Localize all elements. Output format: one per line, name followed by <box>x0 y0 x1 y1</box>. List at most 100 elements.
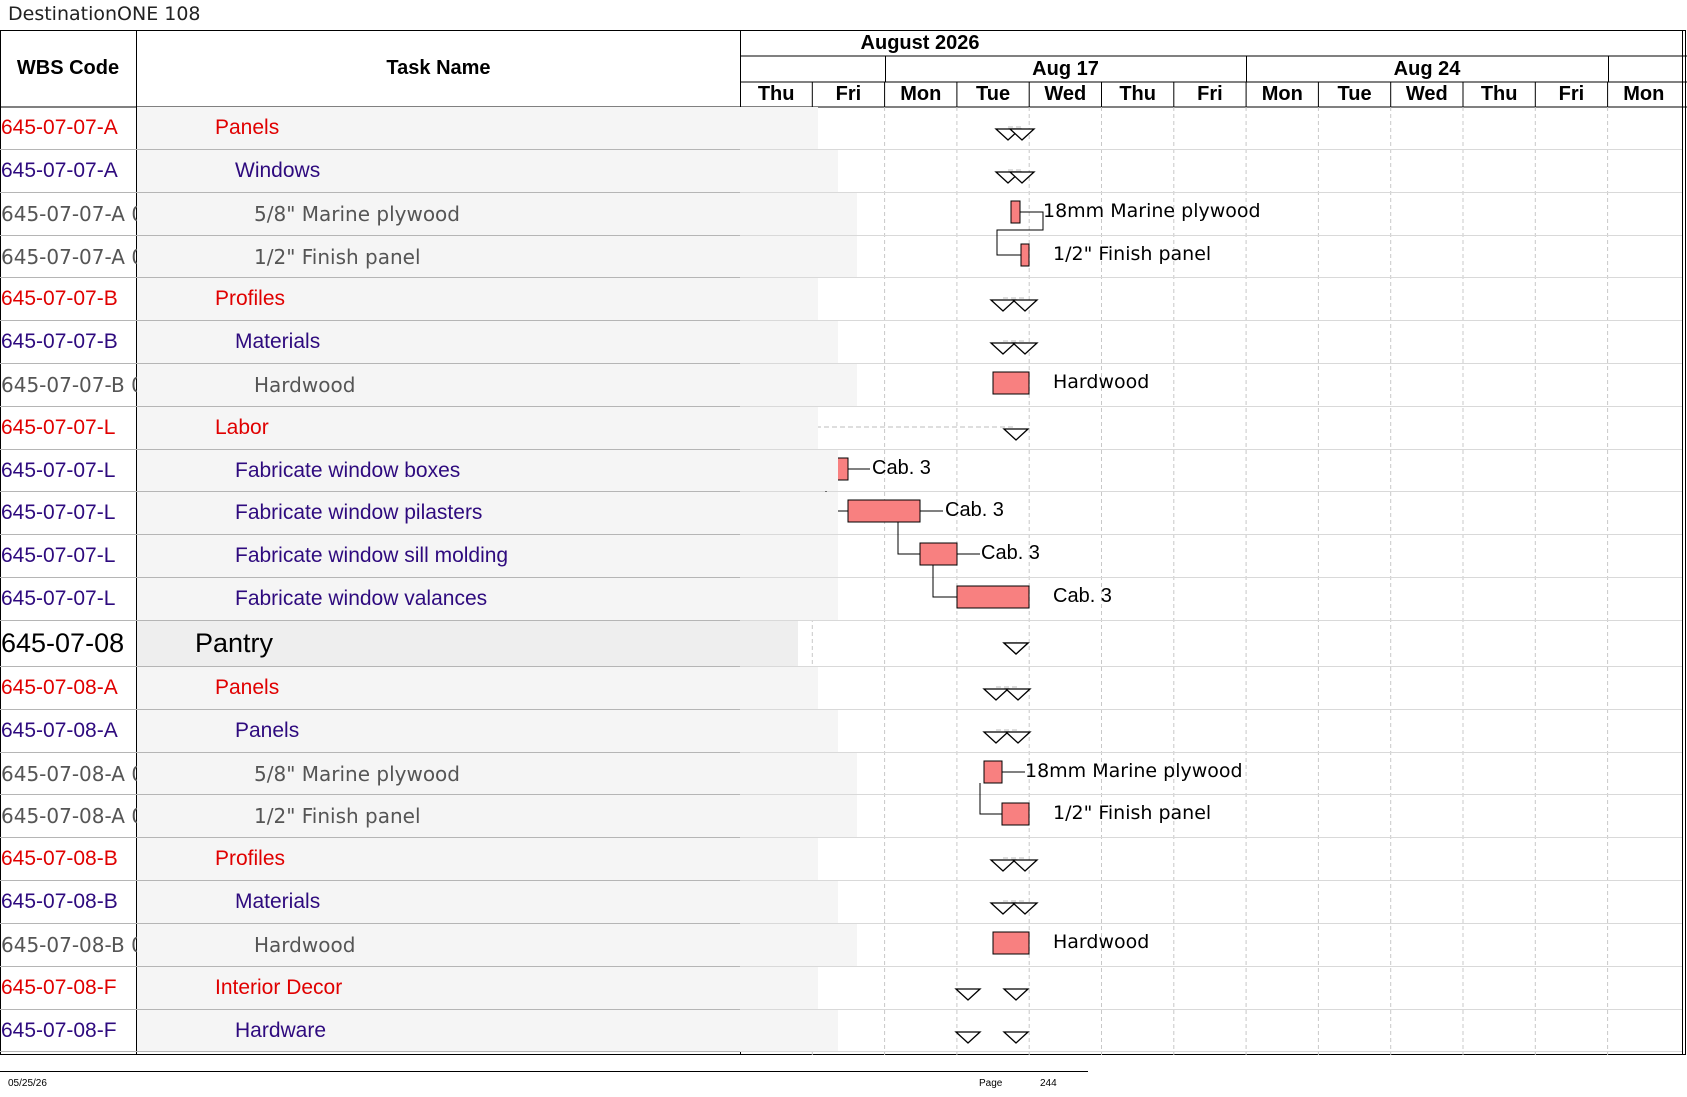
wbs-code-cell: 645-07-07-L <box>1 501 116 524</box>
summary-marker[interactable] <box>1002 642 1030 655</box>
table-row[interactable]: 645-07-08-A Panels <box>0 710 838 753</box>
summary-marker[interactable] <box>1004 731 1032 744</box>
bar-label: Cab. 3 <box>981 542 1040 564</box>
task-name-column-header[interactable]: Task Name <box>137 30 740 107</box>
table-row[interactable]: 645-07-08-B Profiles <box>0 838 818 881</box>
table-row[interactable]: 645-07-07-L Fabricate window sill molding <box>0 535 838 578</box>
timescale-day: Wed <box>1044 83 1087 105</box>
task-name-cell: 1/2" Finish panel <box>137 236 857 277</box>
summary-marker[interactable] <box>1004 688 1032 701</box>
document-title: DestinationONE 108 <box>8 3 201 25</box>
bar-label: Cab. 3 <box>945 499 1004 521</box>
task-name-cell: Pantry <box>137 621 798 666</box>
table-row[interactable]: 645-07-07-A Windows <box>0 150 838 193</box>
timescale-day: Fri <box>1558 83 1585 105</box>
table-row[interactable]: 645-07-07-A 0 5/8" Marine plywood <box>0 193 857 236</box>
task-name-cell: Windows <box>137 150 838 192</box>
summary-marker[interactable] <box>1011 342 1039 355</box>
wbs-code-cell: 645-07-08-A 0 <box>1 761 137 786</box>
task-name-cell: Profiles <box>137 838 818 880</box>
wbs-code-cell: 645-07-08-B <box>1 890 118 913</box>
timescale-day: Mon <box>1623 83 1665 105</box>
summary-marker[interactable] <box>954 1031 982 1044</box>
task-name-cell: Labor <box>137 407 818 449</box>
task-bar[interactable] <box>983 760 1003 784</box>
wbs-code-cell: 645-07-07-B 0 <box>1 373 137 397</box>
summary-marker[interactable] <box>1002 1031 1030 1044</box>
task-bar[interactable] <box>1001 802 1030 826</box>
wbs-code-cell: 645-07-07-L <box>1 416 116 439</box>
summary-marker[interactable] <box>1011 902 1039 915</box>
table-row[interactable]: 645-07-08-A 0 5/8" Marine plywood <box>0 753 857 795</box>
wbs-code-cell: 645-07-08-F <box>1 1018 117 1042</box>
bar-label: 1/2" Finish panel <box>1053 802 1212 824</box>
wbs-code-cell: 645-07-08-F <box>1 976 117 999</box>
summary-marker[interactable] <box>1002 428 1030 441</box>
summary-marker[interactable] <box>1002 988 1030 1001</box>
timescale-day: Wed <box>1405 83 1448 105</box>
table-row[interactable]: 645-07-07-L Labor <box>0 407 818 450</box>
wbs-code-cell: 645-07-07-A <box>1 116 118 139</box>
timescale-day: Thu <box>1119 83 1156 105</box>
task-name-cell: Fabricate window valances <box>137 578 838 620</box>
task-name-cell: Panels <box>137 107 818 149</box>
summary-marker[interactable] <box>1011 859 1039 872</box>
table-row[interactable]: 645-07-08 Pantry <box>0 621 798 667</box>
bar-label: 18mm Marine plywood <box>1025 760 1243 782</box>
summary-marker[interactable] <box>982 688 1010 701</box>
bar-label: 18mm Marine plywood <box>1043 200 1261 222</box>
wbs-code-cell: 645-07-07-L <box>1 544 116 567</box>
summary-marker[interactable] <box>989 859 1017 872</box>
table-row[interactable]: 645-07-08-F Hardware <box>0 1010 838 1052</box>
task-bar[interactable] <box>956 585 1030 609</box>
timescale-week-aug17: Aug 17 <box>1032 57 1099 80</box>
task-name-cell: Interior Decor <box>137 967 818 1009</box>
summary-marker[interactable] <box>989 299 1017 312</box>
task-name-cell: Hardwood <box>137 364 857 406</box>
task-bar[interactable] <box>992 931 1030 955</box>
summary-marker[interactable] <box>982 731 1010 744</box>
table-row[interactable]: 645-07-07-L Fabricate window pilasters <box>0 492 838 535</box>
summary-marker[interactable] <box>989 902 1017 915</box>
table-row[interactable]: 645-07-07-A Panels <box>0 107 818 150</box>
timescale-week-aug24: Aug 24 <box>1393 57 1461 80</box>
table-row[interactable]: 645-07-07-L Fabricate window valances <box>0 578 838 621</box>
table-row[interactable]: 645-07-08-F Interior Decor <box>0 967 818 1010</box>
task-name-cell: 5/8" Marine plywood <box>137 193 857 235</box>
footer-date: 05/25/26 <box>8 1078 47 1089</box>
timescale-day: Tue <box>976 83 1011 105</box>
table-row[interactable]: 645-07-08-A 0 1/2" Finish panel <box>0 795 857 838</box>
task-bar[interactable] <box>847 499 921 523</box>
task-name-cell: Fabricate window boxes <box>137 450 838 491</box>
table-row[interactable]: 645-07-08-B 0 Hardwood <box>0 924 857 967</box>
timescale-day: Mon <box>1261 83 1303 105</box>
task-bar[interactable] <box>1020 243 1030 267</box>
summary-marker[interactable] <box>989 342 1017 355</box>
timescale-day: Fri <box>835 83 862 105</box>
task-name-cell: Materials <box>137 321 838 363</box>
table-row[interactable]: 645-07-07-B Profiles <box>0 278 818 321</box>
timescale-day: Fri <box>1197 83 1223 105</box>
dependency-link <box>897 522 920 555</box>
table-row[interactable]: 645-07-07-B Materials <box>0 321 838 364</box>
task-bar[interactable] <box>992 371 1030 395</box>
task-bar[interactable] <box>919 542 958 566</box>
task-name-cell: Panels <box>137 667 818 709</box>
table-row[interactable]: 645-07-07-L Fabricate window boxes <box>0 450 838 492</box>
table-row[interactable]: 645-07-08-B Materials <box>0 881 838 924</box>
summary-marker[interactable] <box>954 988 982 1001</box>
wbs-column-header[interactable]: WBS Code <box>0 30 136 107</box>
wbs-code-cell: 645-07-07-L <box>1 587 116 610</box>
timescale-day: Mon <box>900 83 942 105</box>
wbs-code-cell: 645-07-07-B <box>1 330 118 353</box>
wbs-code-cell: 645-07-08-A <box>1 719 118 742</box>
footer-page-label: Page <box>979 1078 1003 1089</box>
wbs-code-cell: 645-07-08-B 0 <box>1 933 137 957</box>
table-row[interactable]: 645-07-07-A 0 1/2" Finish panel <box>0 236 857 278</box>
table-row[interactable]: 645-07-08-A Panels <box>0 667 818 710</box>
table-row[interactable]: 645-07-07-B 0 Hardwood <box>0 364 857 407</box>
timescale-month: August 2026 <box>860 31 980 54</box>
wbs-code-cell: 645-07-08 <box>1 628 125 658</box>
task-bar[interactable] <box>1010 200 1021 224</box>
summary-marker[interactable] <box>1011 299 1039 312</box>
